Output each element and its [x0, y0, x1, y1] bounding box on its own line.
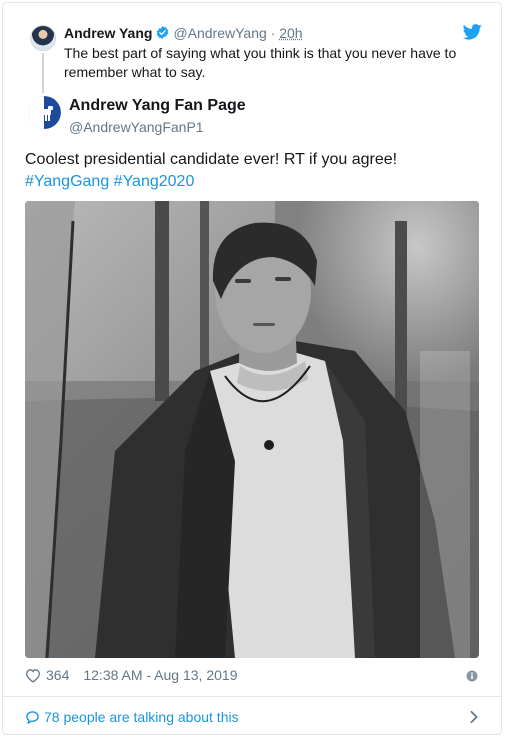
- reply-timestamp-link[interactable]: 20h: [279, 25, 302, 41]
- info-icon[interactable]: [466, 669, 478, 687]
- hashtag-list: #YangGang #Yang2020: [25, 171, 485, 193]
- reply-author-name[interactable]: Andrew Yang: [64, 25, 152, 41]
- embedded-tweet-card: Andrew Yang @AndrewYang · 20h The best pa…: [2, 2, 502, 735]
- like-count: 364: [46, 667, 70, 683]
- tweet-timestamp-link[interactable]: 12:38 AM - Aug 13, 2019: [83, 667, 237, 683]
- verified-badge-icon: [155, 25, 170, 44]
- like-action[interactable]: 364: [25, 667, 83, 683]
- tweet-meta-row: 364 12:38 AM - Aug 13, 2019: [25, 666, 237, 687]
- quoted-reply-tweet[interactable]: Andrew Yang @AndrewYang · 20h The best pa…: [3, 3, 501, 93]
- tweet-author-handle[interactable]: @AndrewYangFanP1: [69, 118, 204, 136]
- hashtag-link[interactable]: #Yang2020: [114, 173, 195, 190]
- tweet-author-name[interactable]: Andrew Yang Fan Page: [69, 96, 246, 116]
- tweet-body: Coolest presidential candidate ever! RT …: [25, 149, 485, 193]
- conversation-count-text[interactable]: 78 people are talking about this: [44, 709, 239, 725]
- reply-header: Andrew Yang @AndrewYang · 20h: [64, 24, 303, 44]
- tweet-photo[interactable]: [25, 201, 479, 658]
- thread-connector-line: [42, 53, 44, 93]
- hashtag-link[interactable]: #YangGang: [25, 173, 109, 190]
- footer-divider: [3, 696, 501, 697]
- andrew-yang-avatar[interactable]: [30, 25, 56, 51]
- twitter-bird-icon[interactable]: [462, 24, 482, 45]
- reply-author-handle[interactable]: @AndrewYang: [173, 25, 266, 41]
- speech-bubble-icon[interactable]: [25, 710, 40, 729]
- heart-icon[interactable]: [25, 668, 41, 687]
- reply-separator: ·: [266, 25, 280, 41]
- chevron-right-icon[interactable]: [469, 710, 479, 729]
- fan-page-avatar[interactable]: [28, 96, 61, 129]
- reply-text: The best part of saying what you think i…: [64, 45, 457, 80]
- tweet-text: Coolest presidential candidate ever! RT …: [25, 151, 398, 168]
- conversation-link[interactable]: 78 people are talking about this: [25, 708, 239, 729]
